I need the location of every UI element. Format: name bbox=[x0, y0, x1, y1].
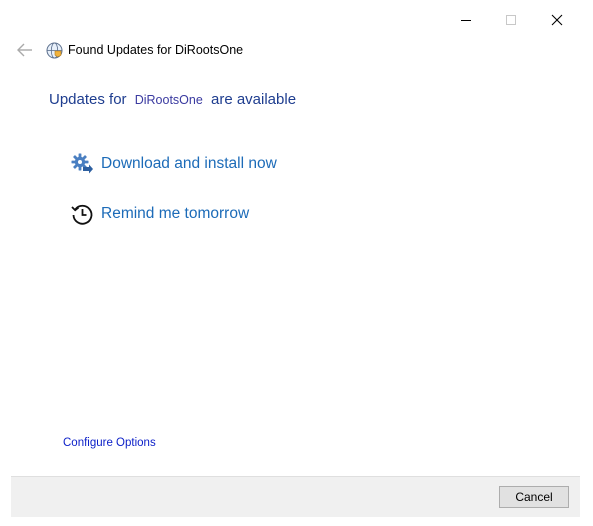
minimize-icon bbox=[461, 20, 471, 21]
heading-product-name: DiRootsOne bbox=[134, 93, 203, 107]
maximize-button[interactable] bbox=[499, 8, 523, 32]
page-heading: Updates for DiRootsOne are available bbox=[49, 91, 296, 108]
heading-prefix: Updates for bbox=[49, 91, 127, 108]
close-icon bbox=[551, 14, 563, 26]
configure-options-link[interactable]: Configure Options bbox=[63, 437, 156, 449]
history-clock-icon bbox=[69, 201, 95, 227]
download-install-command[interactable]: Download and install now bbox=[69, 150, 277, 178]
update-dialog: Found Updates for DiRootsOne Updates for… bbox=[0, 0, 593, 526]
heading-suffix: are available bbox=[210, 91, 297, 108]
back-arrow-icon bbox=[17, 43, 32, 57]
close-button[interactable] bbox=[545, 8, 569, 32]
remind-tomorrow-label: Remind me tomorrow bbox=[101, 205, 250, 222]
app-icon bbox=[46, 42, 63, 59]
maximize-icon bbox=[506, 15, 516, 25]
minimize-button[interactable] bbox=[454, 8, 478, 32]
cancel-button[interactable]: Cancel bbox=[499, 486, 569, 508]
dialog-footer: Cancel bbox=[11, 476, 580, 517]
gear-arrow-icon bbox=[69, 151, 95, 177]
window-title: Found Updates for DiRootsOne bbox=[68, 43, 244, 57]
back-button[interactable] bbox=[16, 42, 34, 58]
remind-tomorrow-command[interactable]: Remind me tomorrow bbox=[69, 200, 249, 228]
download-install-label: Download and install now bbox=[101, 155, 277, 172]
globe-shield-icon bbox=[46, 42, 63, 59]
